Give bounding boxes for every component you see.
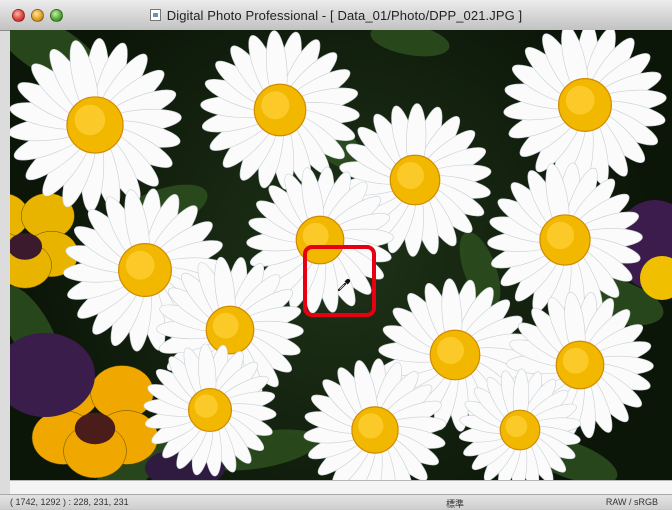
image-viewer[interactable] — [10, 30, 672, 480]
pixel-readout: ( 1742, 1292 ) : 228, 231, 231 — [10, 497, 129, 507]
daisy-center-highlight — [194, 394, 218, 418]
app-window: Digital Photo Professional - [ Data_01/P… — [0, 0, 672, 509]
daisy-center-highlight — [125, 250, 155, 280]
window-title: Digital Photo Professional - [ Data_01/P… — [166, 7, 523, 23]
daisy-center-highlight — [437, 337, 464, 364]
document-icon — [149, 9, 161, 21]
daisy-center-highlight — [358, 413, 384, 439]
picture-style-label: 標準 — [446, 499, 465, 509]
daisy-center-highlight — [505, 415, 528, 438]
daisy-center-highlight — [397, 162, 424, 189]
daisy-center-highlight — [212, 312, 239, 339]
daisy-center-highlight — [546, 221, 575, 250]
title-wrap: Digital Photo Professional - [ Data_01/P… — [0, 0, 672, 30]
panel-separator — [10, 480, 672, 494]
daisy-center-highlight — [562, 347, 589, 374]
title-bar[interactable]: Digital Photo Professional - [ Data_01/P… — [0, 0, 672, 31]
status-bar: ( 1742, 1292 ) : 228, 231, 231 標準 RAW / … — [0, 494, 672, 509]
eyedropper-cursor-icon — [337, 278, 351, 292]
pansy-center — [74, 412, 116, 445]
daisy-center-highlight — [74, 104, 106, 136]
daisy-center-highlight — [261, 91, 290, 120]
color-mode-label: RAW / sRGB — [605, 497, 658, 507]
daisy-center-highlight — [565, 85, 595, 115]
leaf — [370, 30, 450, 57]
